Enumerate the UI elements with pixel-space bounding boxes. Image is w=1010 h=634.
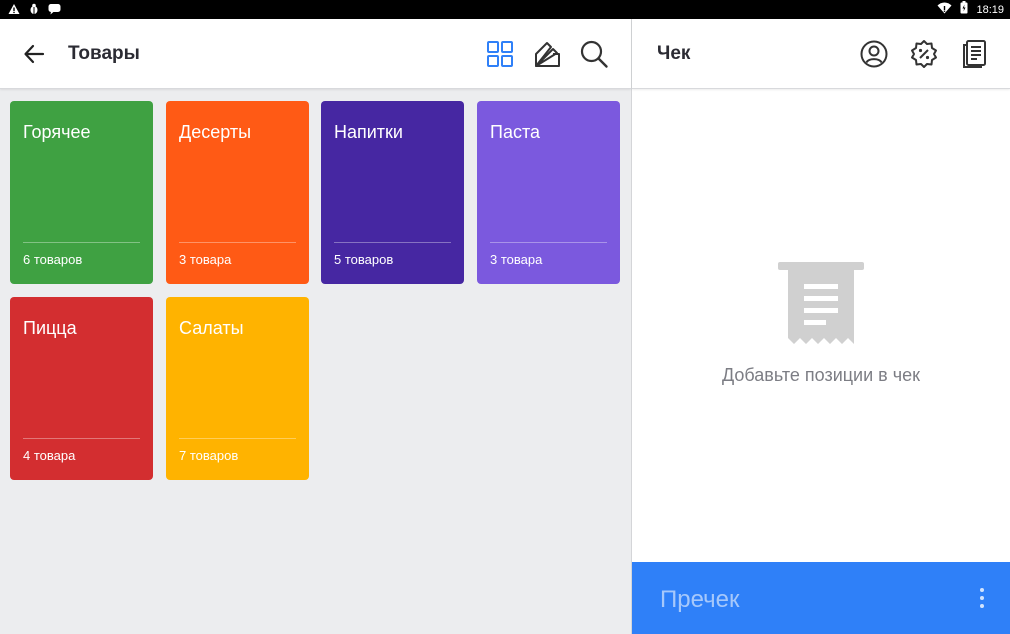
category-count: 5 товаров [334, 252, 394, 267]
status-bar: 18:19 [0, 0, 1010, 19]
receipt-list-button[interactable] [959, 38, 991, 70]
empty-receipt-message: Добавьте позиции в чек [721, 365, 920, 385]
category-count: 6 товаров [23, 252, 83, 267]
category-tile[interactable]: Горячее 6 товаров [10, 101, 153, 284]
precheck-label: Пречек [660, 586, 740, 613]
message-icon [48, 2, 61, 20]
discount-button[interactable] [908, 38, 940, 70]
receipt-pane: Чек Добавьте позиции в чек Пречек [632, 19, 1010, 634]
category-tile[interactable]: Десерты 3 товара [166, 101, 309, 284]
battery-icon [960, 1, 968, 20]
category-tile[interactable]: Салаты 7 товаров [166, 297, 309, 480]
grid-view-button[interactable] [484, 38, 516, 70]
category-name: Паста [490, 122, 541, 142]
category-count: 3 товара [490, 252, 543, 267]
products-header: Товары [0, 19, 631, 89]
tile-divider [334, 242, 451, 243]
products-pane: Товары Горячее 6 товаров Десерты 3 товар… [0, 19, 631, 634]
category-count: 3 товара [179, 252, 232, 267]
back-button[interactable] [20, 40, 48, 68]
category-name: Пицца [23, 318, 77, 338]
category-name: Салаты [179, 318, 244, 338]
discount-icon [911, 40, 937, 68]
palette-icon [535, 42, 560, 67]
precheck-button[interactable]: Пречек [632, 562, 1010, 634]
wifi-icon [937, 2, 952, 20]
tile-divider [23, 242, 140, 243]
category-tile[interactable]: Паста 3 товара [477, 101, 620, 284]
status-time: 18:19 [976, 4, 1004, 16]
grid-view-icon [487, 41, 513, 67]
category-count: 7 товаров [179, 448, 239, 463]
warning-icon [8, 2, 20, 20]
search-button[interactable] [578, 38, 610, 70]
category-name: Десерты [179, 122, 252, 142]
receipt-title: Чек [657, 43, 691, 64]
bug-icon [28, 2, 40, 20]
category-name: Напитки [334, 122, 403, 142]
palette-button[interactable] [531, 38, 563, 70]
page-title: Товары [68, 43, 140, 64]
receipt-list-icon [963, 40, 986, 68]
category-tile[interactable]: Пицца 4 товара [10, 297, 153, 480]
more-options-icon[interactable] [976, 586, 988, 610]
tile-divider [23, 438, 140, 439]
tile-divider [490, 242, 607, 243]
category-name: Горячее [23, 122, 91, 142]
empty-receipt-icon [778, 262, 864, 352]
category-tile[interactable]: Напитки 5 товаров [321, 101, 464, 284]
arrow-left-icon [24, 44, 45, 64]
category-count: 4 товара [23, 448, 76, 463]
tile-divider [179, 438, 296, 439]
search-icon [580, 40, 608, 68]
receipt-header: Чек [632, 19, 1010, 89]
customer-button[interactable] [858, 38, 890, 70]
customer-icon [860, 40, 888, 68]
tile-divider [179, 242, 296, 243]
